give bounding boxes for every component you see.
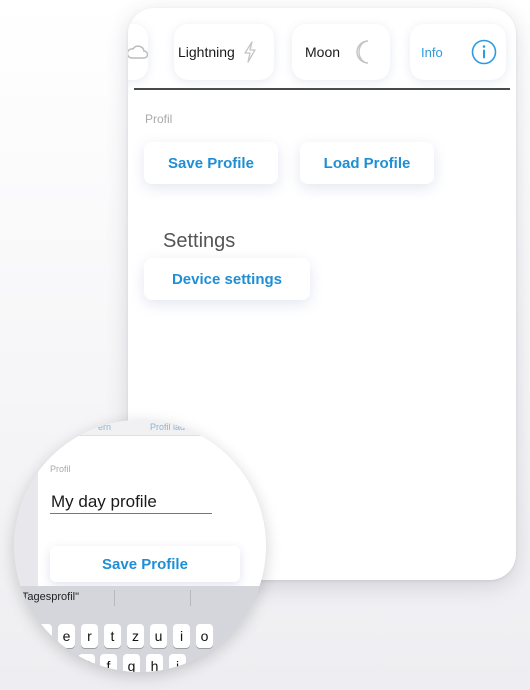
key-t[interactable]: t [104,624,121,648]
key-i[interactable]: i [173,624,190,648]
moon-icon [352,39,374,65]
profile-section-label: Profil [145,112,173,126]
tab-lightning-label: Lightning [178,44,235,60]
key-o[interactable]: o [196,624,213,648]
keyboard-suggestion[interactable]: "Tagesprofil" [18,591,79,603]
load-profile-button[interactable]: Load Profile [300,142,434,184]
key-z[interactable]: z [127,624,144,648]
key-u[interactable]: u [150,624,167,648]
tab-divider [134,88,510,90]
key-j[interactable]: j [169,654,186,672]
settings-title: Settings [163,230,236,252]
lightning-icon [243,41,257,63]
cloud-icon [128,44,148,60]
suggestion-divider [190,590,191,606]
zoom-magnifier: ern Profil lad Profil My day profile Sav… [14,420,266,672]
on-screen-keyboard: "Tagesprofil" w e r t z u i o d f g h j [14,586,266,672]
key-g[interactable]: g [123,654,140,672]
key-f[interactable]: f [100,654,117,672]
suggestion-divider [114,590,115,606]
info-icon [471,39,497,65]
key-h[interactable]: h [146,654,163,672]
device-settings-button[interactable]: Device settings [144,258,310,300]
zoom-top-left-fragment: ern [98,422,112,432]
zoom-save-profile-button[interactable]: Save Profile [50,546,240,582]
key-r[interactable]: r [81,624,98,648]
key-w[interactable]: w [35,624,52,648]
tab-cloud[interactable] [128,24,148,80]
zoom-profile-label: Profil [50,464,71,474]
save-profile-button[interactable]: Save Profile [144,142,278,184]
tab-info-label: Info [421,44,443,60]
zoom-top-strip: ern Profil lad [14,420,266,436]
mode-tab-bar: Lightning Moon Info [128,20,516,82]
key-d[interactable]: d [78,654,95,672]
profile-name-input[interactable]: My day profile [51,492,157,512]
tab-moon[interactable]: Moon [292,24,390,80]
profile-name-underline [50,513,212,514]
zoom-top-right-fragment: Profil lad [150,422,186,432]
tab-lightning[interactable]: Lightning [174,24,274,80]
tab-moon-label: Moon [305,44,341,60]
key-e[interactable]: e [58,624,75,648]
tab-info[interactable]: Info [410,24,506,80]
